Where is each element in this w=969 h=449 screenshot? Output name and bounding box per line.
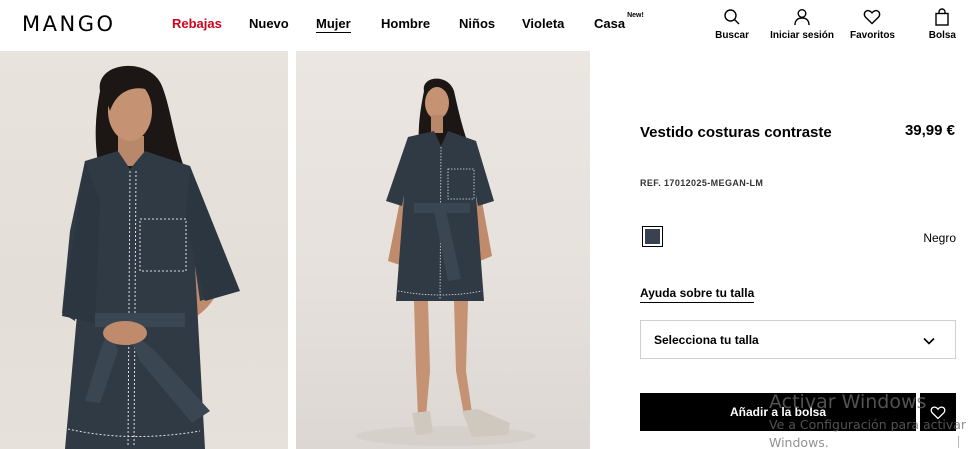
nav-item-casa[interactable]: CasaNew! (594, 12, 644, 31)
size-select[interactable]: Selecciona tu talla (640, 320, 956, 359)
nav-item-ninos[interactable]: Niños (459, 16, 495, 31)
chevron-down-icon (923, 337, 935, 345)
mango-logo[interactable]: MANGO (22, 12, 116, 36)
nav-item-violeta[interactable]: Violeta (522, 16, 564, 31)
windows-activation-text-2: Windows. (769, 435, 829, 449)
nav-item-casa-label: Casa (594, 16, 626, 31)
model-full-body-illustration (356, 78, 536, 446)
product-info: Vestido costuras contraste 39,99 € REF. … (640, 0, 969, 449)
color-name: Negro (923, 231, 956, 245)
nav-item-mujer[interactable]: Mujer (316, 16, 351, 33)
windows-activation-title: Activar Windows (769, 391, 927, 413)
scrollbar-edge (958, 436, 968, 448)
product-photo-full-body[interactable] (296, 51, 590, 449)
product-reference: REF. 17012025-MEGAN-LM (640, 178, 764, 188)
nav-item-hombre[interactable]: Hombre (381, 16, 430, 31)
product-title: Vestido costuras contraste (640, 124, 832, 141)
nav-item-rebajas[interactable]: Rebajas (172, 16, 222, 31)
color-swatch-fill (645, 229, 660, 244)
size-select-label: Selecciona tu talla (654, 333, 759, 347)
model-closeup-illustration (62, 65, 240, 449)
product-photo-front-closeup[interactable] (0, 51, 288, 449)
nav-item-nuevo[interactable]: Nuevo (249, 16, 289, 31)
size-help-link[interactable]: Ayuda sobre tu talla (640, 286, 755, 303)
color-swatch-negro[interactable] (642, 226, 663, 247)
product-price: 39,99 € (904, 122, 955, 139)
windows-activation-text: Ve a Configuración para activar (769, 417, 967, 432)
